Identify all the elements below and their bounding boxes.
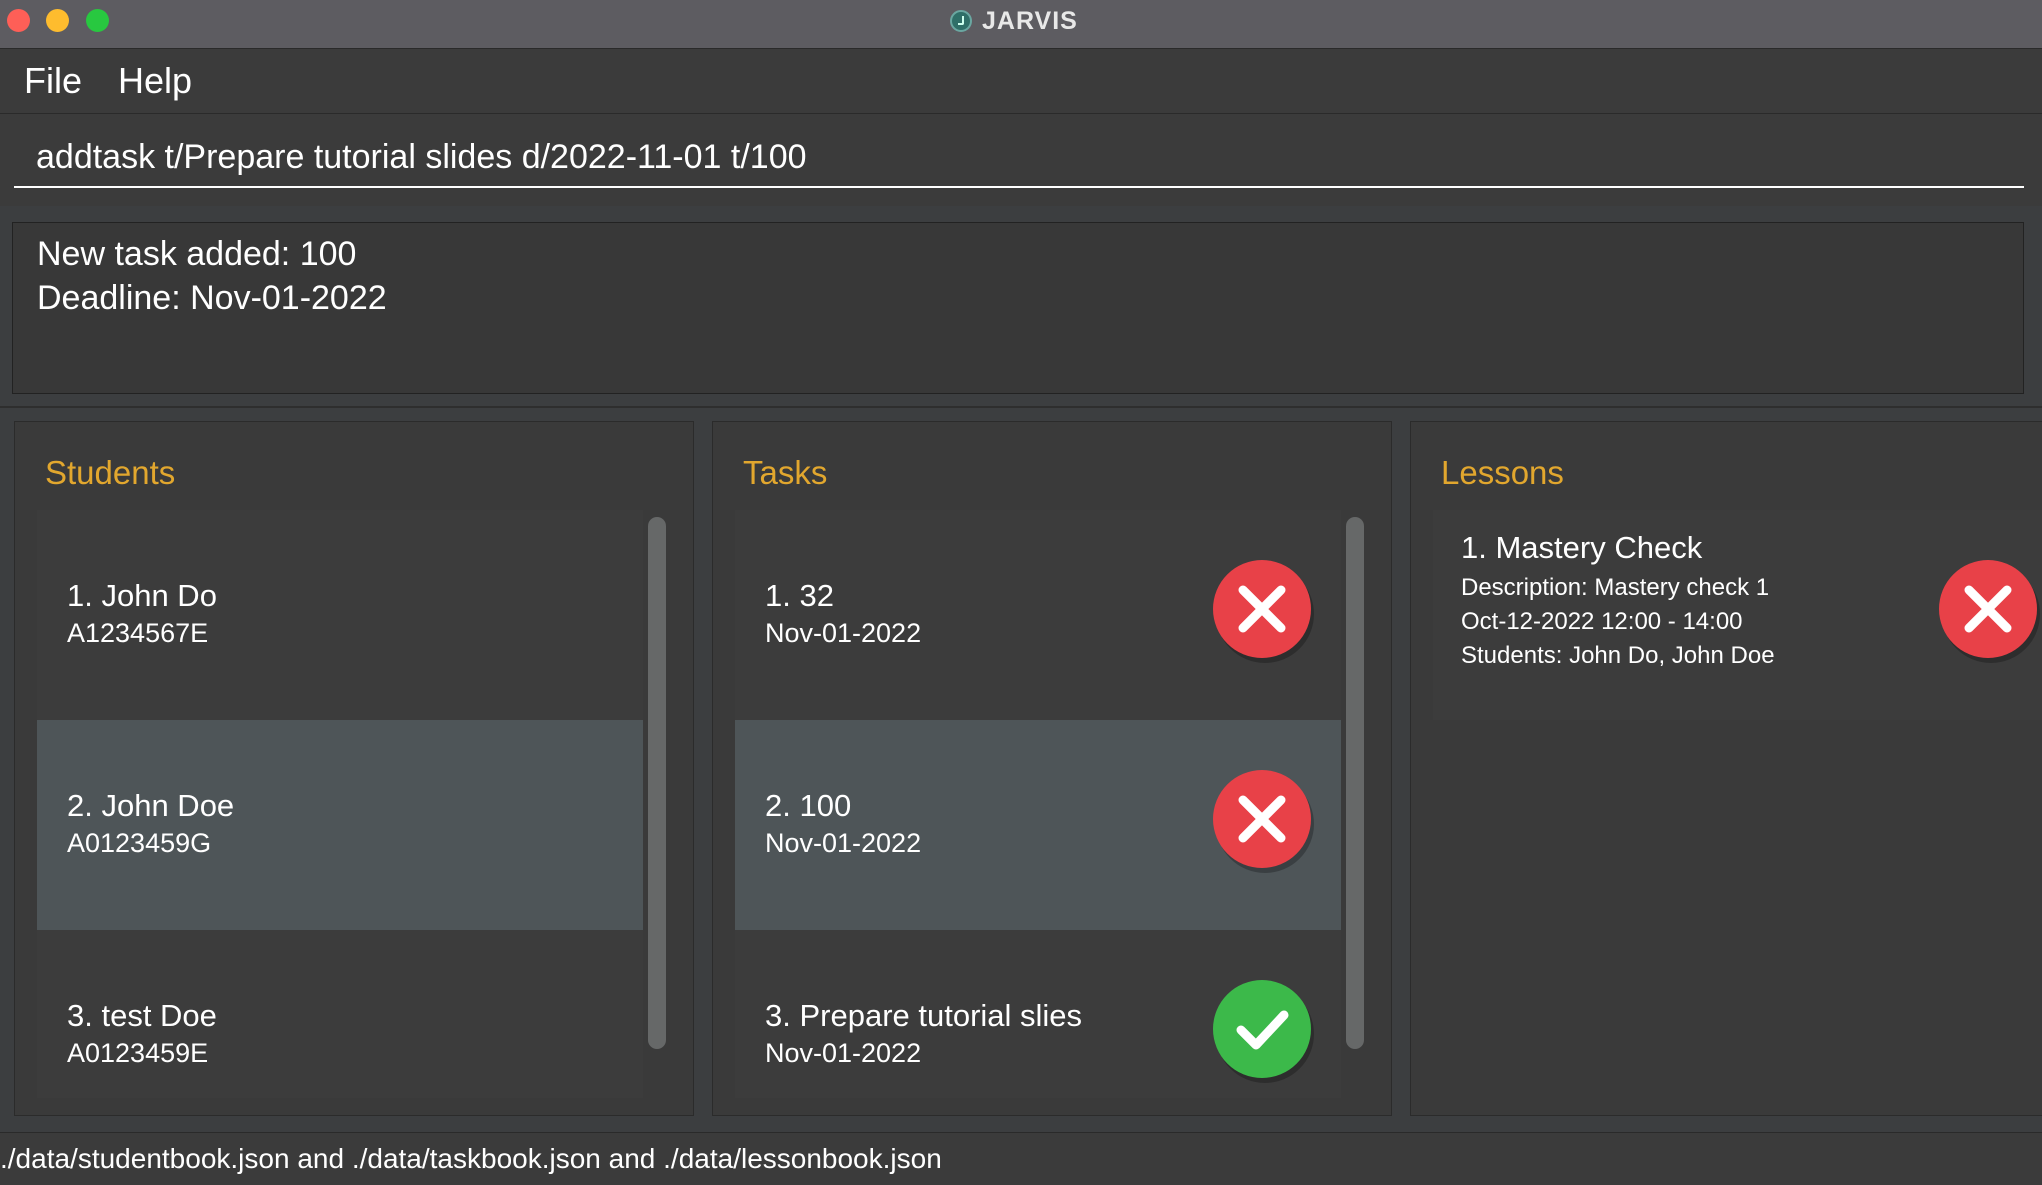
student-card[interactable]: 3. test Doe A0123459E bbox=[37, 930, 643, 1098]
command-input[interactable] bbox=[14, 128, 2024, 188]
window-title: JARVIS bbox=[950, 4, 1078, 38]
save-location-text: ./data/studentbook.json and ./data/taskb… bbox=[0, 1143, 942, 1174]
cross-icon bbox=[1238, 795, 1286, 843]
result-line: Deadline: Nov-01-2022 bbox=[37, 279, 387, 317]
check-icon bbox=[1236, 1010, 1289, 1050]
title-bar: JARVIS bbox=[0, 0, 2042, 49]
student-name: 2. John Doe bbox=[67, 788, 235, 823]
student-id: A0123459G bbox=[67, 828, 212, 858]
students-scrollbar[interactable] bbox=[648, 517, 666, 1049]
task-not-done-button[interactable] bbox=[1213, 770, 1311, 868]
task-done-button[interactable] bbox=[1213, 980, 1311, 1078]
lessons-panel: Lessons 1. Mastery Check Description: Ma… bbox=[1410, 421, 2042, 1116]
lesson-time: Oct-12-2022 12:00 - 14:00 bbox=[1461, 608, 1743, 635]
tasks-panel-title: Tasks bbox=[743, 454, 828, 491]
task-card[interactable]: 1. 32 Nov-01-2022 bbox=[735, 510, 1341, 720]
maximize-window-button[interactable] bbox=[86, 9, 109, 32]
close-window-button[interactable] bbox=[7, 9, 30, 32]
task-card[interactable]: 3. Prepare tutorial slies Nov-01-2022 bbox=[735, 930, 1341, 1098]
menu-file[interactable]: File bbox=[12, 57, 94, 105]
student-name: 3. test Doe bbox=[67, 998, 217, 1033]
student-id: A0123459E bbox=[67, 1038, 209, 1068]
result-line: New task added: 100 bbox=[37, 235, 357, 273]
tasks-scrollbar[interactable] bbox=[1346, 517, 1364, 1049]
cross-icon bbox=[1238, 585, 1286, 633]
cross-icon bbox=[1964, 585, 2012, 633]
lessons-panel-title: Lessons bbox=[1441, 454, 1564, 491]
app-logo-icon bbox=[950, 10, 972, 32]
student-name: 1. John Do bbox=[67, 578, 217, 613]
tasks-panel: Tasks 1. 32 Nov-01-2022 2. 100 Nov-01-20… bbox=[712, 421, 1392, 1116]
student-id: A1234567E bbox=[67, 618, 209, 648]
result-display: New task added: 100 Deadline: Nov-01-202… bbox=[12, 222, 2024, 394]
students-panel-title: Students bbox=[45, 454, 176, 491]
command-box bbox=[0, 114, 2042, 206]
task-deadline: Nov-01-2022 bbox=[765, 618, 922, 648]
lesson-name: 1. Mastery Check bbox=[1461, 530, 1703, 565]
task-deadline: Nov-01-2022 bbox=[765, 828, 922, 858]
lesson-students: Students: John Do, John Doe bbox=[1461, 642, 1775, 669]
minimize-window-button[interactable] bbox=[46, 9, 69, 32]
student-card[interactable]: 1. John Do A1234567E bbox=[37, 510, 643, 720]
task-not-done-button[interactable] bbox=[1213, 560, 1311, 658]
window-title-text: JARVIS bbox=[982, 6, 1078, 35]
lesson-description: Description: Mastery check 1 bbox=[1461, 574, 1770, 601]
divider bbox=[0, 406, 2042, 408]
student-card-selected[interactable]: 2. John Doe A0123459G bbox=[37, 720, 643, 930]
lesson-not-done-button[interactable] bbox=[1939, 560, 2037, 658]
menu-bar: File Help bbox=[0, 49, 2042, 114]
lesson-card[interactable]: 1. Mastery Check Description: Mastery ch… bbox=[1433, 510, 2042, 720]
menu-help[interactable]: Help bbox=[106, 57, 204, 105]
task-card-selected[interactable]: 2. 100 Nov-01-2022 bbox=[735, 720, 1341, 930]
task-name: 2. 100 bbox=[765, 788, 852, 823]
task-deadline: Nov-01-2022 bbox=[765, 1038, 922, 1068]
status-bar: ./data/studentbook.json and ./data/taskb… bbox=[0, 1132, 2042, 1185]
task-name: 1. 32 bbox=[765, 578, 834, 613]
task-name: 3. Prepare tutorial slies bbox=[765, 998, 1083, 1033]
students-panel: Students 1. John Do A1234567E 2. John Do… bbox=[14, 421, 694, 1116]
